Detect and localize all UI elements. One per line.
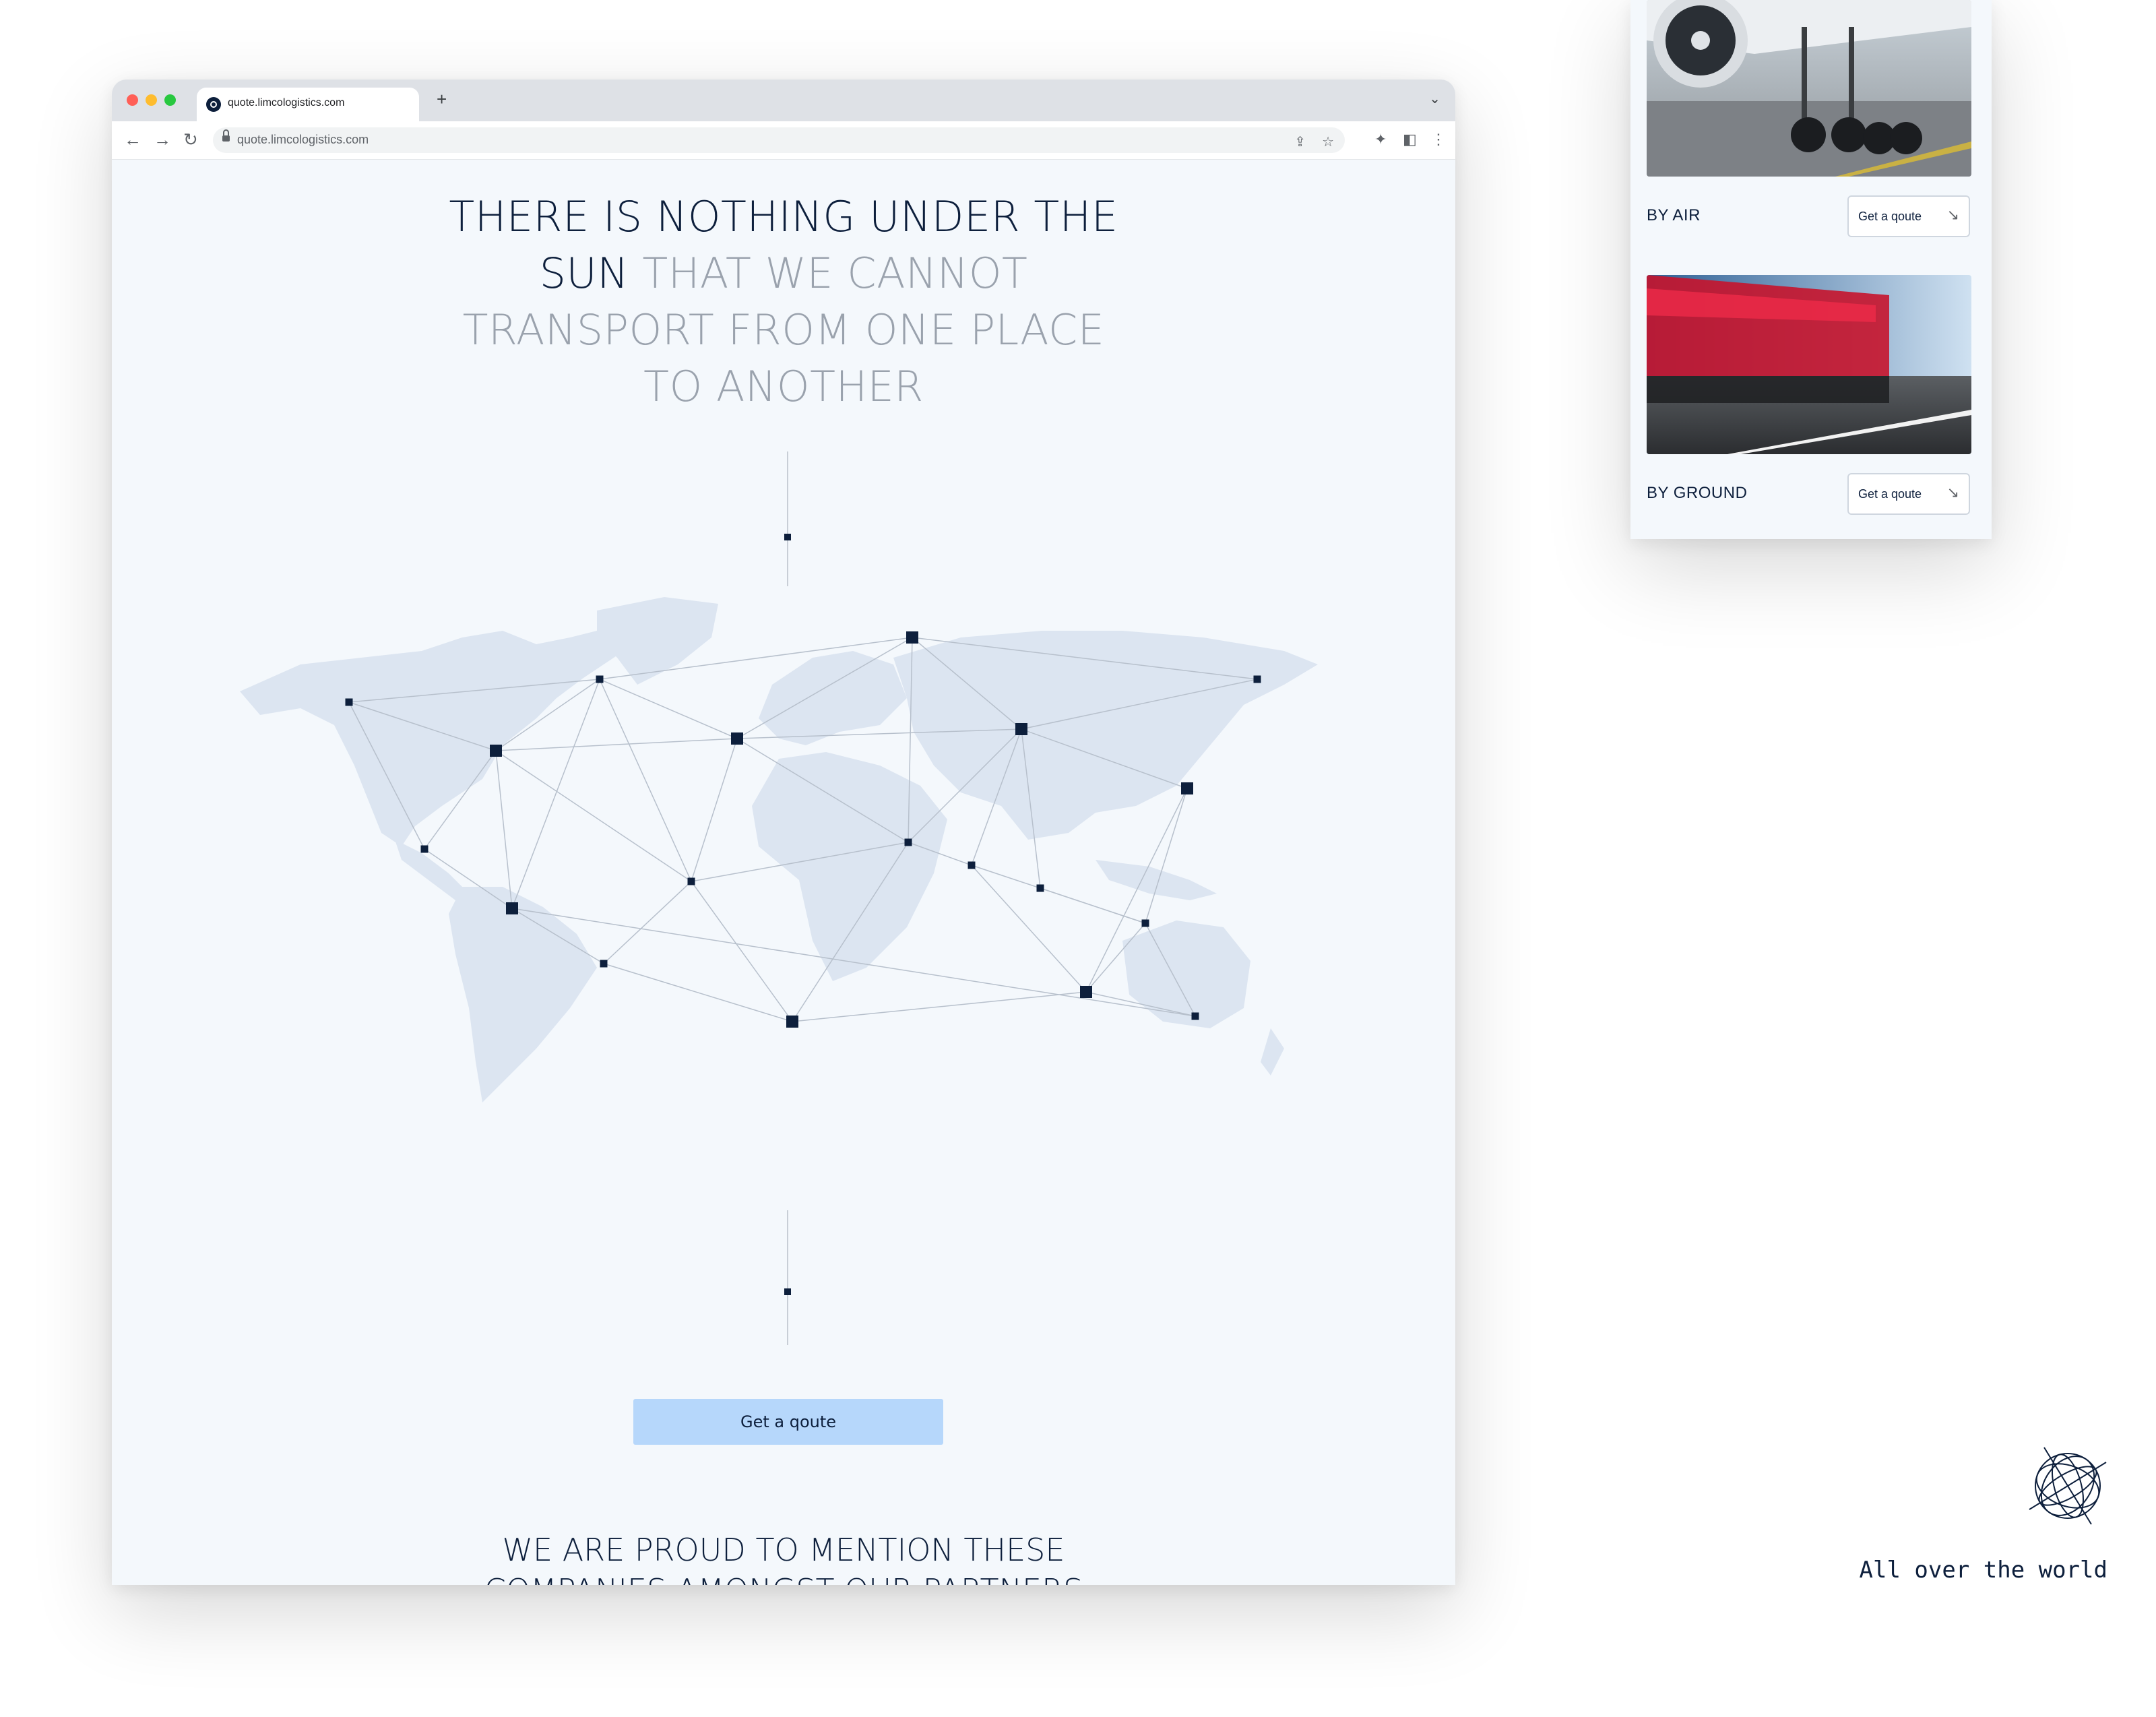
hub-marker	[345, 698, 353, 706]
forward-icon[interactable]: →	[154, 128, 171, 151]
hub-marker	[731, 732, 743, 745]
tab-title: quote.limcologistics.com	[228, 97, 345, 108]
minimize-window-icon[interactable]	[146, 94, 157, 106]
browser-menu-icon[interactable]: ⋮	[1431, 131, 1446, 148]
tagline: All over the world	[1859, 1557, 2107, 1584]
address-url[interactable]: quote.limcologistics.com	[237, 133, 369, 147]
close-window-icon[interactable]	[127, 94, 138, 106]
browser-tab[interactable]: quote.limcologistics.com	[197, 88, 419, 121]
back-icon[interactable]: ←	[124, 128, 141, 151]
hub-marker	[968, 861, 976, 869]
route-line	[495, 750, 513, 909]
hub-marker	[596, 675, 604, 683]
divider-dot-top	[784, 534, 791, 540]
tab-search-icon[interactable]: ⌄	[1429, 90, 1440, 107]
reload-icon[interactable]: ↻	[183, 128, 198, 151]
tab-bar: quote.limcologistics.com + ⌄	[112, 80, 1455, 121]
divider-line-top	[787, 451, 788, 586]
air-quote-label: Get a qoute	[1858, 209, 1922, 223]
hub-marker	[1015, 723, 1027, 735]
route-line	[603, 881, 692, 964]
partners-heading: WE ARE PROUD TO MENTION THESE COMPANIES …	[484, 1532, 1083, 1585]
hero-headline: THERE IS NOTHING UNDER THE SUN THAT WE C…	[447, 189, 1120, 415]
address-bar[interactable]: quote.limcologistics.com ⇪ ☆	[213, 127, 1345, 153]
divider-dot-bottom	[784, 1288, 791, 1295]
lock-icon[interactable]	[222, 129, 230, 143]
extensions-icon[interactable]: ✦	[1374, 131, 1387, 148]
maximize-window-icon[interactable]	[164, 94, 176, 106]
air-quote-button[interactable]: Get a qoute ↘	[1847, 195, 1970, 237]
route-line	[599, 679, 738, 739]
share-icon[interactable]: ⇪	[1294, 133, 1306, 150]
get-quote-button[interactable]: Get a qoute	[633, 1399, 943, 1445]
arrow-down-right-icon: ↘	[1946, 484, 1959, 501]
hub-marker	[1181, 782, 1193, 794]
by-ground-label: BY GROUND	[1647, 484, 1748, 502]
divider-line-bottom	[787, 1210, 788, 1345]
hub-marker	[904, 838, 912, 846]
hub-marker	[506, 902, 518, 914]
transport-options-panel: BY AIR Get a qoute ↘ BY GROUND Get a qou…	[1630, 0, 1992, 539]
new-tab-button[interactable]: +	[437, 89, 447, 110]
ground-quote-label: Get a qoute	[1858, 487, 1922, 501]
route-line	[691, 738, 738, 882]
arrow-down-right-icon: ↘	[1946, 206, 1959, 223]
globe-icon	[2029, 1447, 2107, 1525]
air-card-image	[1647, 0, 1971, 177]
route-line	[792, 991, 1087, 1022]
browser-window: quote.limcologistics.com + ⌄ ← → ↻ quote…	[112, 80, 1455, 1585]
side-panel-icon[interactable]: ◧	[1403, 131, 1417, 148]
favicon-icon	[206, 97, 221, 112]
hub-marker	[1191, 1012, 1199, 1020]
world-route-map	[240, 597, 1318, 1102]
browser-toolbar: ← → ↻ quote.limcologistics.com ⇪ ☆ ✦ ◧ ⋮	[112, 121, 1455, 160]
ground-card-image	[1647, 275, 1971, 454]
hub-marker	[420, 845, 429, 853]
route-line	[495, 738, 738, 751]
ground-quote-button[interactable]: Get a qoute ↘	[1847, 473, 1970, 515]
page-content: THERE IS NOTHING UNDER THE SUN THAT WE C…	[112, 159, 1455, 1585]
hub-marker	[1036, 884, 1044, 892]
hub-marker	[687, 877, 695, 885]
hub-marker	[786, 1016, 798, 1028]
route-line	[603, 963, 793, 1022]
hub-marker	[1141, 919, 1149, 927]
hub-marker	[1253, 675, 1261, 683]
hub-marker	[490, 745, 502, 757]
hub-marker	[600, 960, 608, 968]
hub-marker	[906, 631, 918, 644]
bookmark-star-icon[interactable]: ☆	[1322, 133, 1334, 150]
hub-marker	[1080, 986, 1092, 998]
route-line	[1040, 887, 1146, 924]
route-line	[691, 881, 793, 1022]
route-line	[1145, 788, 1188, 924]
by-air-label: BY AIR	[1647, 206, 1701, 224]
